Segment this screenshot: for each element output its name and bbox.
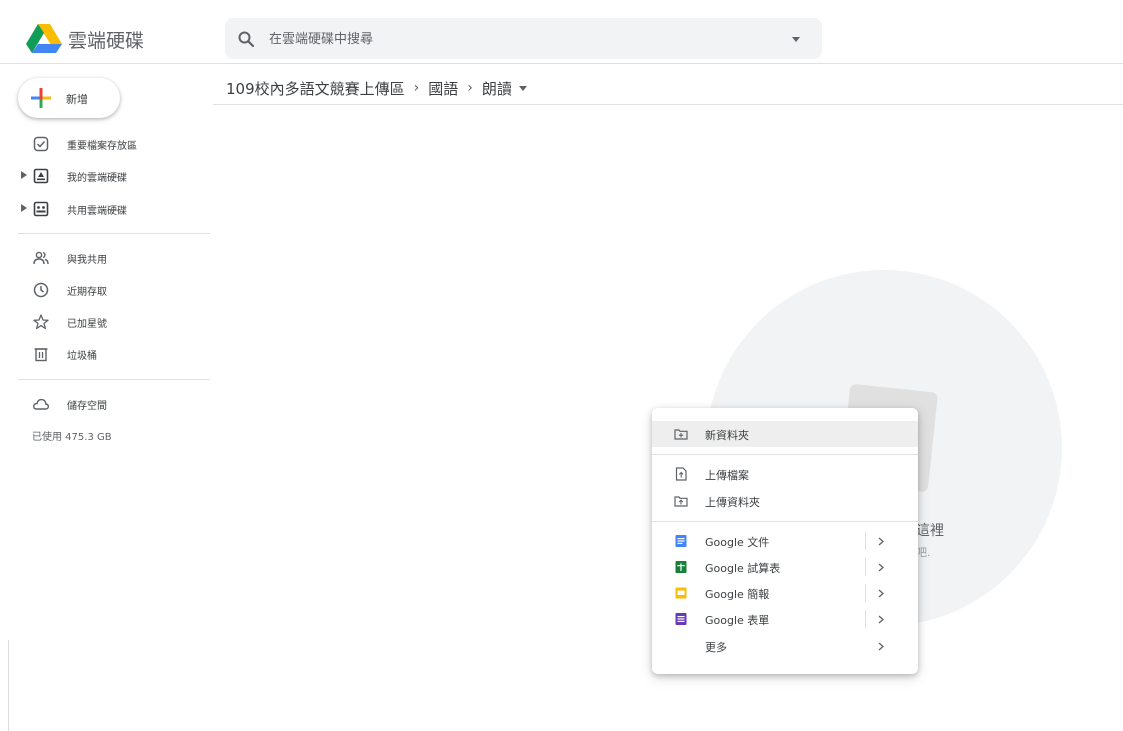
sidebar-item-label: 已加星號 (67, 319, 107, 330)
chevron-right-icon[interactable] (878, 615, 884, 624)
menu-divider (652, 521, 918, 522)
people-icon (33, 251, 49, 265)
search-icon[interactable] (237, 30, 255, 48)
cloud-icon (33, 398, 50, 410)
expand-arrow-icon[interactable] (21, 171, 27, 179)
menu-item-label: 新資料夾 (705, 429, 749, 442)
sidebar-item-priority[interactable]: 重要檔案存放區 (0, 131, 210, 157)
sidebar-item-label: 近期存取 (67, 287, 107, 298)
clock-icon (33, 282, 49, 298)
trash-icon (34, 348, 48, 362)
expand-arrow-icon[interactable] (21, 204, 27, 212)
app-title: 雲端硬碟 (68, 30, 145, 52)
sidebar-item-label: 我的雲端硬碟 (67, 173, 127, 184)
breadcrumb-item[interactable]: 國語 (428, 78, 458, 99)
menu-item-google-forms[interactable]: Google 表單 (652, 606, 918, 632)
chevron-right-icon[interactable] (878, 642, 884, 651)
breadcrumb-separator: › (413, 80, 420, 96)
new-folder-icon (674, 429, 688, 440)
submenu-separator (865, 558, 866, 576)
menu-divider (652, 454, 918, 455)
empty-state-subtext: 吧. (916, 546, 931, 559)
breadcrumb-divider (213, 104, 1123, 105)
sidebar-divider (18, 379, 210, 380)
search-options-caret-icon[interactable] (792, 37, 800, 42)
google-forms-icon (675, 613, 687, 625)
menu-item-google-docs[interactable]: Google 文件 (652, 528, 918, 554)
menu-item-label: 更多 (705, 641, 727, 654)
search-input[interactable] (269, 28, 769, 50)
menu-item-upload-file[interactable]: 上傳檔案 (652, 461, 918, 487)
plus-icon (31, 88, 51, 108)
sidebar-item-label: 儲存空間 (67, 401, 107, 412)
submenu-separator (865, 584, 866, 602)
window-edge (8, 640, 9, 731)
chevron-right-icon[interactable] (878, 537, 884, 546)
sidebar-divider (18, 233, 210, 234)
search-bar[interactable] (225, 18, 822, 59)
menu-item-label: 上傳檔案 (705, 469, 749, 482)
sidebar-item-recent[interactable]: 近期存取 (0, 277, 210, 303)
sidebar-item-label: 與我共用 (67, 255, 107, 266)
chevron-right-icon[interactable] (878, 589, 884, 598)
submenu-separator (865, 532, 866, 550)
top-bar: 雲端硬碟 (0, 0, 1123, 64)
menu-item-google-sheets[interactable]: Google 試算表 (652, 554, 918, 580)
shared-drives-icon (33, 201, 49, 217)
storage-used-text: 已使用 475.3 GB (32, 432, 112, 443)
menu-item-label: 上傳資料夾 (705, 496, 760, 509)
star-icon (33, 314, 49, 330)
google-drive-logo-icon[interactable] (26, 22, 62, 54)
sidebar-item-storage[interactable]: 儲存空間 (0, 391, 210, 417)
sidebar-item-my-drive[interactable]: 我的雲端硬碟 (0, 163, 210, 189)
breadcrumb-current-folder[interactable]: 朗讀 (482, 78, 512, 99)
menu-item-google-slides[interactable]: Google 簡報 (652, 580, 918, 606)
menu-item-label: Google 表單 (705, 614, 770, 627)
sidebar-item-label: 共用雲端硬碟 (67, 206, 127, 217)
breadcrumb-separator: › (467, 80, 473, 96)
menu-item-upload-folder[interactable]: 上傳資料夾 (652, 488, 918, 514)
sidebar-item-trash[interactable]: 垃圾桶 (0, 341, 210, 367)
sidebar-item-starred[interactable]: 已加星號 (0, 309, 210, 335)
chevron-right-icon[interactable] (878, 563, 884, 572)
new-item-context-menu: 新資料夾 上傳檔案 上傳資料夾 Google 文件 Google 試算表 Goo… (652, 408, 918, 674)
empty-state-text: 這裡 (916, 523, 944, 539)
my-drive-icon (33, 168, 49, 184)
submenu-separator (865, 610, 866, 628)
sidebar-item-shared-with-me[interactable]: 與我共用 (0, 245, 210, 271)
new-button[interactable]: 新增 (18, 78, 120, 118)
file-upload-icon (675, 467, 687, 481)
menu-item-label: Google 簡報 (705, 588, 770, 601)
sidebar-item-shared-drives[interactable]: 共用雲端硬碟 (0, 196, 210, 222)
sidebar-item-label: 垃圾桶 (67, 351, 97, 362)
priority-check-icon (33, 136, 49, 152)
breadcrumb: 109校內多語文競賽上傳區 › 國語 › 朗讀 (226, 76, 527, 100)
google-slides-icon (675, 587, 687, 599)
menu-item-label: Google 試算表 (705, 562, 781, 575)
folder-upload-icon (674, 496, 688, 507)
new-button-label: 新增 (66, 93, 88, 106)
google-docs-icon (675, 535, 687, 547)
breadcrumb-item[interactable]: 109校內多語文競賽上傳區 (226, 78, 405, 99)
google-sheets-icon (675, 561, 687, 573)
sidebar-item-label: 重要檔案存放區 (67, 141, 137, 152)
menu-item-label: Google 文件 (705, 536, 770, 549)
folder-menu-caret-icon[interactable] (518, 85, 527, 91)
menu-item-more[interactable]: 更多 (652, 633, 918, 659)
menu-item-new-folder[interactable]: 新資料夾 (652, 421, 918, 447)
